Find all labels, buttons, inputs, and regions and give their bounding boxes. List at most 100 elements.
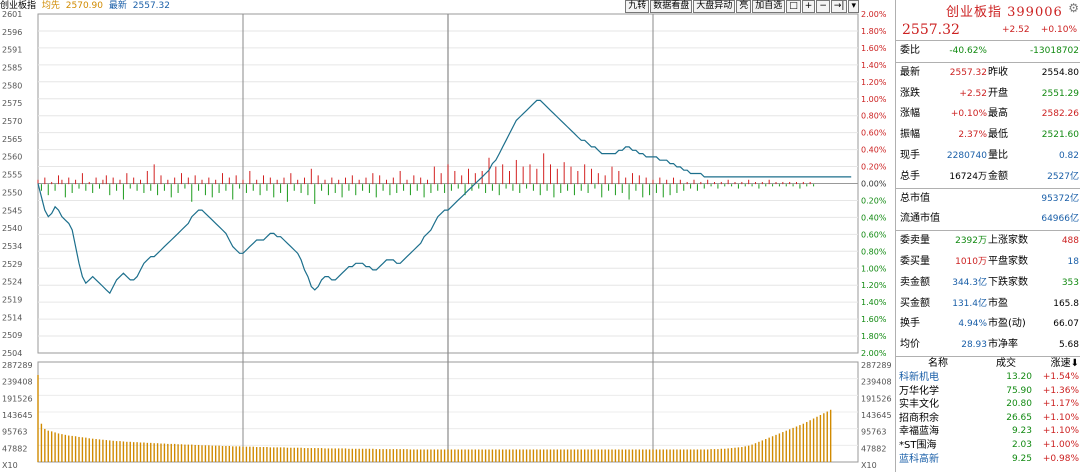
list-item[interactable]: 科新机电 13.20 +1.54% [896, 371, 1080, 385]
stat-label: 现手 [900, 149, 920, 161]
stock-name: *ST围海 [899, 439, 937, 451]
price-tick-label: 2596 [2, 28, 22, 37]
stock-price: 75.90 [1006, 385, 1032, 396]
list-item[interactable]: *ST围海 2.03 +1.00% [896, 439, 1080, 453]
stat-value: 131.4亿 [952, 298, 987, 309]
market-cap-label: 总市值 [900, 192, 930, 204]
pct-tick-label: 1.00% [861, 264, 887, 273]
zoom-in-icon[interactable]: + [801, 0, 816, 13]
price-tick-label: 2534 [2, 242, 22, 251]
price-tick-label: 2540 [2, 224, 22, 233]
stat-value: 488 [1061, 236, 1079, 247]
price-tick-label: 2529 [2, 260, 22, 269]
list-header-speed-label: 涨速 [1050, 357, 1071, 369]
last-price: 2557.32 [902, 22, 960, 38]
weibi-pct: -40.62% [949, 46, 987, 56]
list-item[interactable]: 招商积余 26.65 +1.10% [896, 412, 1080, 426]
dropdown-icon[interactable]: ▾ [848, 0, 859, 13]
jiuzhuan-button[interactable]: 九转 [625, 0, 650, 13]
stat-value: 353 [1061, 277, 1079, 288]
volume-tick-label-right: 287289 [861, 361, 892, 370]
chart-header: 创业板指 均先 2570.90 最新 2557.32 [0, 0, 660, 12]
stock-price: 2.03 [1011, 439, 1032, 450]
stat-label: 总手 [900, 170, 920, 182]
stock-speed: +1.10% [1042, 412, 1079, 423]
stock-price: 9.23 [1011, 426, 1032, 437]
price-tick-label: 2524 [2, 278, 22, 287]
pct-tick-label: 0.40% [861, 146, 887, 155]
stat-label: 开盘 [988, 87, 1008, 99]
stat-label: 最新 [900, 66, 920, 78]
index-name-code: 创业板指 399006 [946, 5, 1063, 20]
intraday-chart-area[interactable]: 2601 2596 2591 2585 2580 2575 2570 2565 2560 2555… [0, 0, 895, 472]
stock-list-header: 名称 成交 涨速⬇ [896, 355, 1080, 371]
pct-tick-label: 0.00% [861, 180, 887, 189]
pct-tick-label: 2.00% [861, 10, 887, 19]
price-change-pct: +0.10% [1040, 25, 1077, 35]
pct-tick-label: 1.60% [861, 44, 887, 53]
volume-tick-label-right: 239408 [861, 378, 892, 387]
quote-stat-row: 振幅 2.37% 最低 2521.60 [896, 125, 1080, 146]
pct-tick-label: 0.60% [861, 129, 887, 138]
stat-label: 最高 [988, 108, 1008, 120]
price-tick-label: 2555 [2, 171, 22, 180]
stat-label: 平盘家数 [988, 255, 1028, 267]
stat-label: 市盈(动) [988, 318, 1026, 330]
market-alert-button[interactable]: 大盘异动 [693, 0, 736, 13]
stat-label: 卖金额 [900, 276, 930, 288]
stat-label: 昨收 [988, 66, 1008, 78]
list-header-price[interactable]: 成交 [996, 357, 1016, 371]
price-tick-label: 2514 [2, 313, 22, 322]
list-item[interactable]: 实丰文化 20.80 +1.17% [896, 398, 1080, 412]
stat-value: 2521.60 [1041, 130, 1079, 141]
order-stat-row: 委卖量 2392万 上涨家数 488 [896, 231, 1080, 252]
data-view-button[interactable]: 数据看盘 [650, 0, 693, 13]
volume-tick-label-right: X10 [861, 461, 877, 470]
list-header-speed[interactable]: 涨速⬇ [1051, 357, 1079, 371]
price-tick-label: 2560 [2, 153, 22, 162]
pct-tick-label: 2.00% [861, 349, 887, 358]
stat-label: 换手 [900, 318, 920, 330]
stat-value: 2554.80 [1041, 67, 1079, 78]
intraday-chart[interactable]: 2601259625912585258025752570256525602555… [0, 0, 895, 472]
price-tick-label: 2585 [2, 64, 22, 73]
stat-label: 委卖量 [900, 235, 930, 247]
pct-tick-label: 1.40% [861, 298, 887, 307]
stat-label: 委买量 [900, 255, 930, 267]
price-tick-label: 2519 [2, 295, 22, 304]
order-stat-row: 买金额 131.4亿 市盈 165.8 [896, 294, 1080, 315]
price-tick-label: 2509 [2, 331, 22, 340]
float-cap-value: 64966亿 [1041, 214, 1079, 225]
order-stat-row: 卖金额 344.3亿 下跌家数 353 [896, 273, 1080, 294]
list-item[interactable]: 万华化学 75.90 +1.36% [896, 385, 1080, 399]
price-tick-label: 2570 [2, 117, 22, 126]
weibi-label: 委比 [900, 45, 920, 56]
stat-value: 1010万 [955, 256, 987, 267]
order-stat-row: 委买量 1010万 平盘家数 18 [896, 252, 1080, 273]
list-item[interactable]: 蓝科高新 9.25 +0.98% [896, 453, 1080, 467]
gear-icon[interactable]: ⚙ [1068, 1, 1079, 15]
stock-list: 科新机电 13.20 +1.54% 万华化学 75.90 +1.36% 实丰文化 20.80 +… [896, 371, 1080, 466]
stat-value: 28.93 [961, 340, 987, 351]
window-icon[interactable]: □ [786, 0, 801, 13]
list-item[interactable]: 幸福蓝海 9.23 +1.10% [896, 425, 1080, 439]
stat-value: 2392万 [955, 236, 987, 247]
highlight-button[interactable]: 亮 [736, 0, 752, 13]
stock-speed: +1.10% [1042, 426, 1079, 437]
add-watchlist-button[interactable]: 加自选 [752, 0, 786, 13]
prev-label: 均先 [41, 1, 60, 11]
stat-label: 振幅 [900, 129, 920, 141]
volume-tick-label-right: 143645 [861, 411, 892, 420]
jump-end-icon[interactable]: →| [830, 0, 848, 13]
zoom-out-icon[interactable]: − [816, 0, 830, 13]
pct-tick-label: 1.60% [861, 315, 887, 324]
quote-stat-row: 涨幅 +0.10% 最高 2582.26 [896, 104, 1080, 125]
stat-label: 量比 [988, 149, 1008, 161]
float-cap-label: 流通市值 [900, 213, 940, 225]
stat-value: 16724万 [949, 171, 987, 182]
stat-value: 5.68 [1058, 340, 1079, 351]
stat-label: 买金额 [900, 297, 930, 309]
stock-name: 科新机电 [899, 371, 939, 383]
list-header-name[interactable]: 名称 [928, 357, 948, 371]
quote-title: 创业板指 399006 ⚙ [896, 0, 1080, 20]
